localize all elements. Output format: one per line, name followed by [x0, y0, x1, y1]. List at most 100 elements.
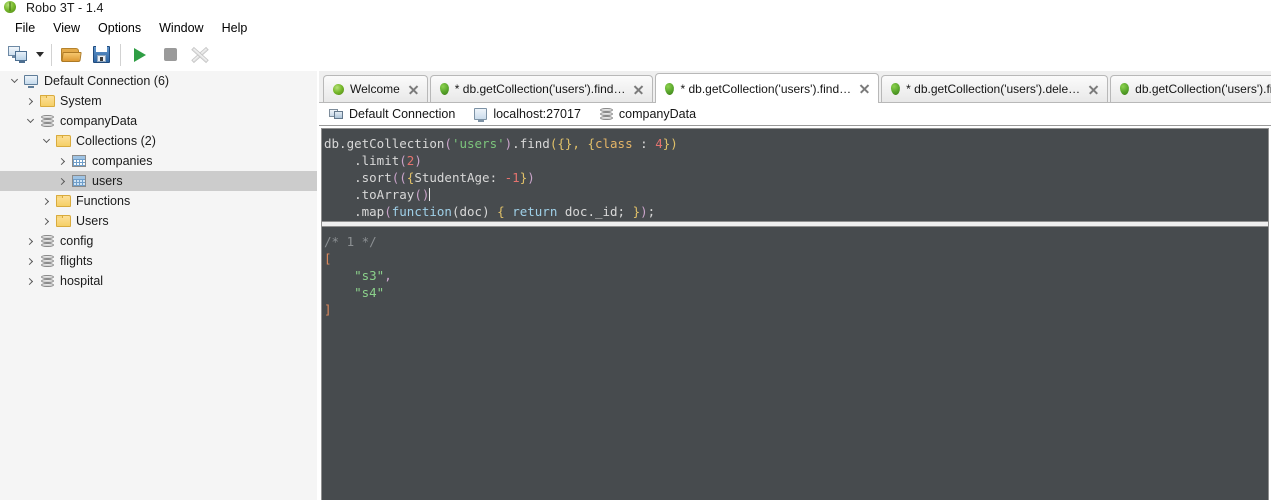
- host-label: localhost:27017: [493, 107, 581, 121]
- editor-tab-4[interactable]: db.getCollection('users').find({}): [1110, 75, 1271, 102]
- mongo-leaf-icon: [1119, 82, 1130, 96]
- connect-button[interactable]: [3, 41, 33, 69]
- connection-icon: [329, 108, 343, 120]
- host-segment[interactable]: localhost:27017: [474, 107, 581, 122]
- code-line-1: .limit(2): [324, 153, 422, 168]
- tab-close-icon[interactable]: [408, 84, 419, 95]
- editor-tab-label: Welcome: [350, 82, 400, 96]
- editor-tab-2[interactable]: * db.getCollection('users').find…: [655, 73, 880, 103]
- tree-item-label: companyData: [60, 114, 138, 128]
- collection-icon: [72, 155, 86, 167]
- toolbar-separator-1: [51, 43, 52, 66]
- mongo-leaf-icon: [439, 82, 450, 96]
- tree-twisty-closed-icon[interactable]: [38, 191, 54, 211]
- database-icon: [40, 254, 54, 268]
- connection-tree[interactable]: Default Connection (6) System companyData C…: [0, 71, 317, 291]
- code-line-2: .sort(({StudentAge: -1}): [324, 170, 535, 185]
- menu-file[interactable]: File: [6, 19, 44, 37]
- query-editor-text[interactable]: db.getCollection('users').find({}, {clas…: [324, 135, 1268, 220]
- tab-close-icon[interactable]: [633, 84, 644, 95]
- database-segment[interactable]: companyData: [599, 107, 697, 121]
- connect-monitors-icon: [8, 45, 28, 64]
- tree-twisty-open-icon[interactable]: [6, 71, 22, 91]
- tree-item-functions[interactable]: Functions: [0, 191, 317, 211]
- menu-view[interactable]: View: [44, 19, 89, 37]
- folder-icon: [55, 215, 71, 227]
- tree-twisty-closed-icon[interactable]: [22, 251, 38, 271]
- results-line-2: [: [324, 251, 332, 266]
- collection-icon: [72, 175, 86, 187]
- tree-twisty-closed-icon[interactable]: [54, 151, 70, 171]
- tree-item-flights[interactable]: flights: [0, 251, 317, 271]
- folder-icon: [55, 135, 71, 147]
- window-title: Robo 3T - 1.4: [26, 1, 104, 15]
- tools-button[interactable]: [185, 41, 215, 69]
- editor-tab-label: db.getCollection('users').find({}): [1135, 82, 1271, 96]
- editor-tab-label: * db.getCollection('users').find…: [680, 81, 852, 96]
- results-text: /* 1 */ [ "s3", "s4"]: [324, 233, 1268, 318]
- editor-tab-1[interactable]: * db.getCollection('users').find…: [429, 75, 654, 102]
- tree-twisty-open-icon[interactable]: [38, 131, 54, 151]
- play-icon: [134, 47, 146, 62]
- menu-help[interactable]: Help: [213, 19, 257, 37]
- tree-item-label: users: [92, 174, 123, 188]
- tree-twisty-open-icon[interactable]: [22, 111, 38, 131]
- tree-twisty-closed-icon[interactable]: [38, 211, 54, 231]
- database-label: companyData: [618, 107, 697, 121]
- menu-options[interactable]: Options: [89, 19, 150, 37]
- tree-item-default-connection-6[interactable]: Default Connection (6): [0, 71, 317, 91]
- explorer-sidebar[interactable]: Default Connection (6) System companyData C…: [0, 71, 318, 500]
- save-script-button[interactable]: [86, 41, 116, 69]
- robo3t-leaf-icon: [332, 83, 345, 95]
- title-bar: Robo 3T - 1.4: [0, 0, 1271, 16]
- robo3t-leaf-icon: [4, 1, 18, 15]
- editor-tab-0[interactable]: Welcome: [323, 75, 428, 102]
- editor-tab-label: * db.getCollection('users').dele…: [906, 82, 1081, 96]
- stop-button[interactable]: [155, 41, 185, 69]
- results-pane[interactable]: /* 1 */ [ "s3", "s4"]: [321, 226, 1269, 500]
- tree-item-collections-2[interactable]: Collections (2): [0, 131, 317, 151]
- tree-item-config[interactable]: config: [0, 231, 317, 251]
- editor-tab-3[interactable]: * db.getCollection('users').dele…: [881, 75, 1109, 102]
- folder-icon: [55, 195, 71, 207]
- results-line-0: /* 1 */: [324, 234, 377, 249]
- tree-item-hospital[interactable]: hospital: [0, 271, 317, 291]
- tab-close-icon[interactable]: [1088, 84, 1099, 95]
- connection-name-segment[interactable]: Default Connection: [329, 107, 455, 121]
- folder-open-icon: [61, 47, 82, 63]
- tree-item-companydata[interactable]: companyData: [0, 111, 317, 131]
- editor-tab-bar[interactable]: Welcome * db.getCollection('users').find……: [319, 71, 1271, 103]
- tree-twisty-closed-icon[interactable]: [22, 91, 38, 111]
- tree-item-users[interactable]: Users: [0, 211, 317, 231]
- tree-twisty-closed-icon[interactable]: [22, 271, 38, 291]
- connect-dropdown[interactable]: [33, 41, 47, 69]
- menu-bar: File View Options Window Help: [0, 16, 1271, 39]
- chevron-down-icon: [36, 52, 44, 57]
- host-monitor-icon: [474, 108, 488, 122]
- text-caret: [429, 188, 431, 201]
- tree-item-label: Functions: [76, 194, 131, 208]
- floppy-save-icon: [92, 46, 110, 63]
- robo3t-window: Robo 3T - 1.4 File View Options Window H…: [0, 0, 1271, 500]
- tree-item-system[interactable]: System: [0, 91, 317, 111]
- tree-item-users[interactable]: users: [0, 171, 317, 191]
- connection-info-bar: Default Connection localhost:27017 compa…: [319, 103, 1271, 126]
- tree-item-label: companies: [92, 154, 153, 168]
- tab-close-icon[interactable]: [859, 83, 870, 94]
- menu-window[interactable]: Window: [150, 19, 212, 37]
- open-script-button[interactable]: [56, 41, 86, 69]
- server-icon: [24, 74, 38, 88]
- execute-button[interactable]: [125, 41, 155, 69]
- mongo-leaf-icon: [890, 82, 901, 96]
- wrench-tools-icon: [191, 46, 209, 64]
- code-line-3: .toArray(): [324, 187, 431, 202]
- tree-item-companies[interactable]: companies: [0, 151, 317, 171]
- query-editor[interactable]: db.getCollection('users').find({}, {clas…: [321, 128, 1269, 222]
- editor-tab-label: * db.getCollection('users').find…: [454, 82, 626, 96]
- stop-square-icon: [163, 48, 177, 61]
- tree-twisty-closed-icon[interactable]: [54, 171, 70, 191]
- database-icon: [40, 114, 54, 128]
- results-line-4: "s4": [354, 285, 385, 300]
- tree-twisty-closed-icon[interactable]: [22, 231, 38, 251]
- database-icon: [40, 274, 54, 288]
